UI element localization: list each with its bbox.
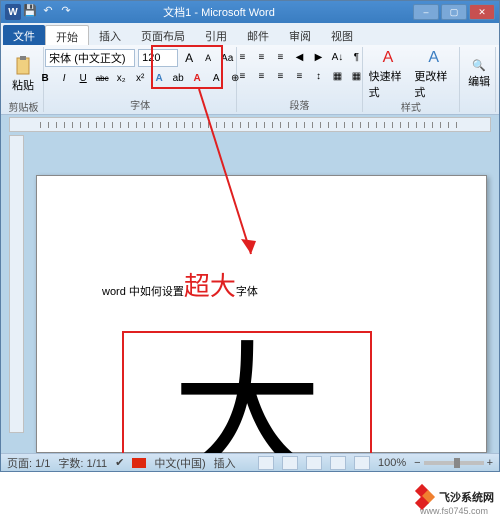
document-page[interactable]: word 中如何设置超大字体 大 xyxy=(36,175,487,453)
group-editing: 🔍 编辑 xyxy=(460,47,496,112)
maximize-button[interactable]: ▢ xyxy=(441,4,467,20)
paste-icon xyxy=(13,56,33,76)
grow-font-icon[interactable]: A xyxy=(181,50,197,66)
strike-button[interactable]: abc xyxy=(94,70,110,86)
group-editing-label xyxy=(464,99,491,110)
annotation-bigchar-box: 大 xyxy=(122,331,372,453)
align-right-icon[interactable]: ≡ xyxy=(272,68,288,84)
watermark-url: www.fs0745.com xyxy=(420,506,488,516)
line-spacing-icon[interactable]: ↕ xyxy=(310,68,326,84)
shading-icon[interactable]: ▦ xyxy=(329,68,345,84)
font-name-select[interactable]: 宋体 (中文正文) xyxy=(45,49,135,67)
flag-icon xyxy=(132,458,146,468)
group-font-label: 字体 xyxy=(48,97,232,110)
change-styles-button[interactable]: A 更改样式 xyxy=(412,49,455,99)
qat-save-icon[interactable]: 💾 xyxy=(23,3,37,17)
indent-dec-icon[interactable]: ◀ xyxy=(291,49,307,65)
qat-undo-icon[interactable]: ↶ xyxy=(41,3,55,17)
word-window: W 💾 ↶ ↷ 文档1 - Microsoft Word – ▢ ✕ 文件 开始… xyxy=(0,0,500,472)
group-clipboard-label: 剪贴板 xyxy=(8,99,39,112)
document-big-char: 大 xyxy=(172,341,322,453)
outline-view-icon[interactable] xyxy=(330,456,346,470)
text-effects-icon[interactable]: A xyxy=(151,70,167,86)
sort-icon[interactable]: A↓ xyxy=(329,49,345,65)
group-styles-label: 样式 xyxy=(367,99,456,112)
zoom-control: − + xyxy=(414,457,493,469)
window-title: 文档1 - Microsoft Word xyxy=(25,4,413,20)
editing-button[interactable]: 🔍 编辑 xyxy=(464,49,494,99)
multilevel-icon[interactable]: ≡ xyxy=(272,49,288,65)
status-zoom[interactable]: 100% xyxy=(378,457,406,469)
tab-references[interactable]: 引用 xyxy=(195,25,237,45)
numbering-icon[interactable]: ≡ xyxy=(253,49,269,65)
print-layout-view-icon[interactable] xyxy=(258,456,274,470)
document-text-line: word 中如何设置超大字体 xyxy=(102,266,258,303)
superscript-button[interactable]: x² xyxy=(132,70,148,86)
quick-styles-icon: A xyxy=(383,49,394,67)
align-center-icon[interactable]: ≡ xyxy=(253,68,269,84)
zoom-slider[interactable] xyxy=(424,461,484,465)
minimize-button[interactable]: – xyxy=(413,4,439,20)
zoom-out-button[interactable]: − xyxy=(414,457,420,469)
watermark-logo-icon xyxy=(413,486,435,508)
close-button[interactable]: ✕ xyxy=(469,4,495,20)
titlebar: W 💾 ↶ ↷ 文档1 - Microsoft Word – ▢ ✕ xyxy=(1,1,499,23)
qat-redo-icon[interactable]: ↷ xyxy=(59,3,73,17)
char-border-icon[interactable]: A xyxy=(208,70,224,86)
subscript-button[interactable]: x₂ xyxy=(113,70,129,86)
ribbon-tabs: 文件 开始 插入 页面布局 引用 邮件 审阅 视图 xyxy=(1,23,499,45)
window-controls: – ▢ ✕ xyxy=(413,4,495,20)
tab-mailings[interactable]: 邮件 xyxy=(237,25,279,45)
align-left-icon[interactable]: ≡ xyxy=(234,68,250,84)
font-color-icon[interactable]: A xyxy=(189,70,205,86)
watermark: 飞沙系统网 www.fs0745.com xyxy=(413,486,494,508)
change-styles-icon: A xyxy=(428,49,439,67)
find-icon: 🔍 xyxy=(472,59,486,72)
bullets-icon[interactable]: ≡ xyxy=(234,49,250,65)
quick-styles-button[interactable]: A 快速样式 xyxy=(367,49,410,99)
italic-button[interactable]: I xyxy=(56,70,72,86)
status-page[interactable]: 页面: 1/1 xyxy=(7,455,50,471)
highlight-icon[interactable]: ab xyxy=(170,70,186,86)
watermark-brand: 飞沙系统网 xyxy=(439,489,494,505)
tab-file[interactable]: 文件 xyxy=(3,25,45,45)
fullscreen-view-icon[interactable] xyxy=(282,456,298,470)
paste-button[interactable]: 粘贴 xyxy=(8,49,38,99)
quick-access-toolbar: 💾 ↶ ↷ xyxy=(23,3,73,17)
group-styles: A 快速样式 A 更改样式 样式 xyxy=(363,47,461,112)
word-icon: W xyxy=(5,4,21,20)
zoom-in-button[interactable]: + xyxy=(487,457,493,469)
shrink-font-icon[interactable]: A xyxy=(200,50,216,66)
web-view-icon[interactable] xyxy=(306,456,322,470)
proofing-icon[interactable]: ✔ xyxy=(115,456,124,469)
status-lang[interactable]: 中文(中国) xyxy=(154,455,205,471)
indent-inc-icon[interactable]: ▶ xyxy=(310,49,326,65)
font-size-select[interactable]: 120 xyxy=(138,49,178,67)
tab-layout[interactable]: 页面布局 xyxy=(131,25,195,45)
tab-view[interactable]: 视图 xyxy=(321,25,363,45)
status-bar: 页面: 1/1 字数: 1/11 ✔ 中文(中国) 插入 100% − + xyxy=(1,453,499,471)
change-case-icon[interactable]: Aa xyxy=(219,50,235,66)
bold-button[interactable]: B xyxy=(37,70,53,86)
group-paragraph: ≡ ≡ ≡ ◀ ▶ A↓ ¶ ≡ ≡ ≡ ≡ ↕ ▦ ▦ 段 xyxy=(237,47,362,112)
tab-home[interactable]: 开始 xyxy=(45,25,89,45)
paste-label: 粘贴 xyxy=(12,77,34,93)
tab-insert[interactable]: 插入 xyxy=(89,25,131,45)
vertical-ruler[interactable] xyxy=(9,135,24,433)
status-words[interactable]: 字数: 1/11 xyxy=(58,455,107,471)
draft-view-icon[interactable] xyxy=(354,456,370,470)
underline-button[interactable]: U xyxy=(75,70,91,86)
tab-review[interactable]: 审阅 xyxy=(279,25,321,45)
justify-icon[interactable]: ≡ xyxy=(291,68,307,84)
group-font: 宋体 (中文正文) 120 A A Aa B I U abc x₂ x² A a… xyxy=(44,47,237,112)
ribbon: 粘贴 剪贴板 宋体 (中文正文) 120 A A Aa B I U abc xyxy=(1,45,499,115)
status-mode[interactable]: 插入 xyxy=(214,455,236,471)
document-area: word 中如何设置超大字体 大 xyxy=(1,115,499,453)
group-paragraph-label: 段落 xyxy=(241,97,357,110)
horizontal-ruler[interactable] xyxy=(9,117,491,132)
